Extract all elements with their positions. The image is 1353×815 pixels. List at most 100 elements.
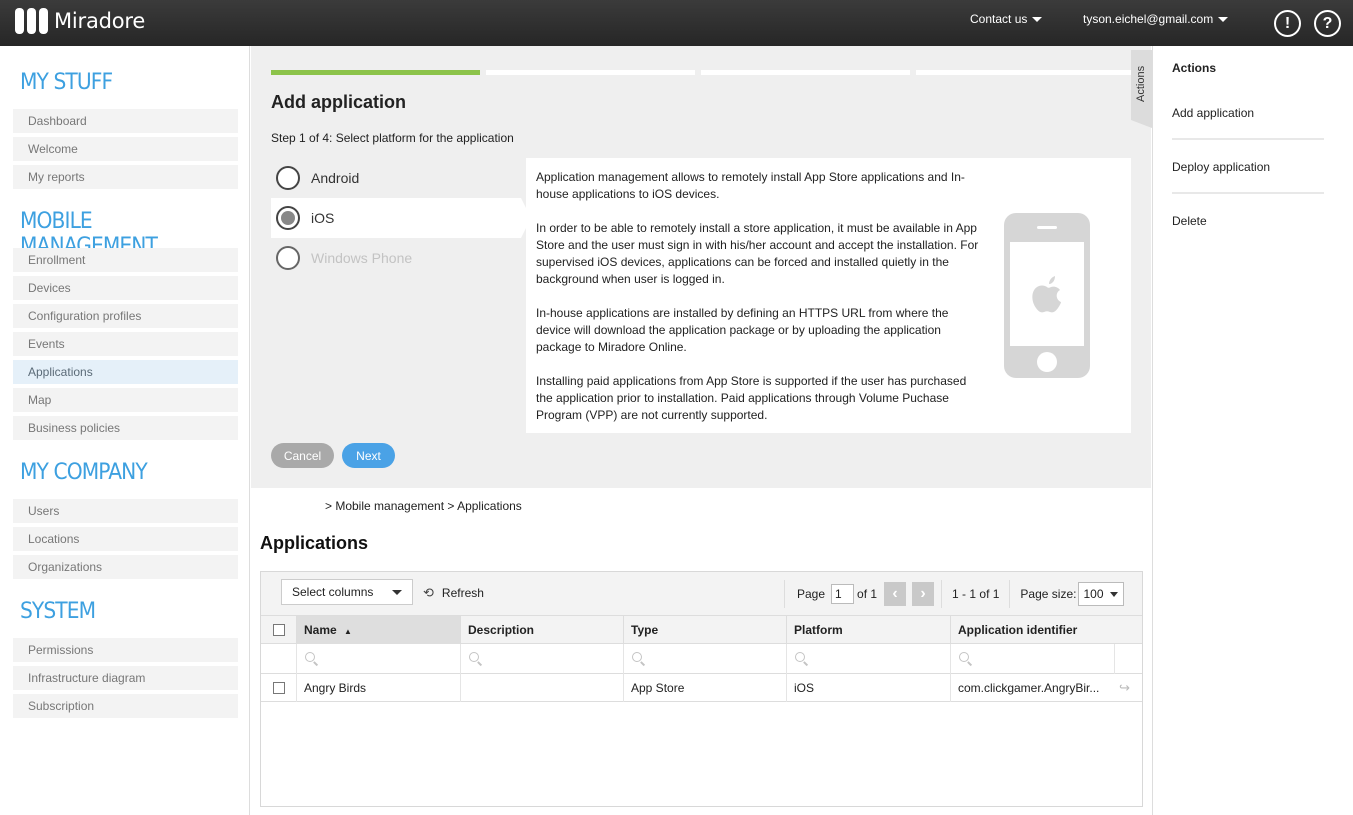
chevron-down-icon [392, 590, 402, 595]
next-button[interactable]: Next [342, 443, 395, 468]
page-size-value: 100 [1083, 587, 1104, 601]
sidebar-item-subscription[interactable]: Subscription [13, 694, 238, 718]
record-range: 1 - 1 of 1 [952, 587, 1000, 601]
sidebar-item-enrollment[interactable]: Enrollment [13, 248, 238, 272]
refresh-icon: ⟲ [423, 585, 434, 600]
actions-title: Actions [1172, 61, 1217, 75]
next-page-button[interactable]: › [912, 582, 935, 606]
chevron-down-icon [1032, 16, 1043, 22]
delete-action[interactable]: Delete [1172, 214, 1324, 246]
sidebar-item-devices[interactable]: Devices [13, 276, 238, 300]
sidebar-item-my-reports[interactable]: My reports [13, 165, 238, 189]
platform-option-ios[interactable]: iOS [271, 198, 531, 238]
alert-icon[interactable]: ! [1274, 10, 1301, 37]
page-number-input[interactable]: 1 [831, 584, 855, 604]
info-paragraph: Installing paid applications from App St… [536, 374, 967, 422]
wizard-title: Add application [271, 92, 406, 112]
sidebar-item-applications[interactable]: Applications [13, 360, 238, 384]
select-all-checkbox[interactable] [273, 624, 285, 636]
column-header-type[interactable]: Type [623, 616, 787, 644]
column-header-platform[interactable]: Platform [786, 616, 950, 644]
top-bar: Miradore Contact us tyson.eichel@gmail.c… [0, 0, 1353, 46]
platform-label: Android [311, 170, 360, 186]
miradore-logo[interactable]: Miradore [15, 8, 145, 34]
page-size-select[interactable]: 100 [1078, 582, 1125, 606]
actions-panel-tab[interactable]: Actions [1131, 50, 1152, 128]
sidebar-item-welcome[interactable]: Welcome [13, 137, 238, 161]
platform-option-windows-phone: Windows Phone [271, 238, 521, 278]
breadcrumb[interactable]: > Mobile management > Applications [325, 499, 522, 513]
search-icon [959, 652, 969, 662]
page-title: Applications [260, 533, 369, 553]
sidebar-item-infrastructure-diagram[interactable]: Infrastructure diagram [13, 666, 238, 690]
progress-step-1 [271, 70, 480, 75]
add-application-action[interactable]: Add application [1172, 106, 1324, 140]
search-icon [305, 652, 315, 662]
sidebar-item-configuration-profiles[interactable]: Configuration profiles [13, 304, 238, 328]
open-row-arrow-icon[interactable]: ↪ [1119, 680, 1130, 696]
cell-application-identifier: com.clickgamer.AngryBir... [950, 674, 1114, 702]
column-header-application-identifier[interactable]: Application identifier [950, 616, 1142, 644]
sidebar-item-locations[interactable]: Locations [13, 527, 238, 551]
chevron-down-icon [1218, 16, 1229, 22]
section-title-system: SYSTEM [20, 599, 96, 624]
section-title-my-stuff: MY STUFF [20, 70, 113, 95]
user-menu[interactable]: tyson.eichel@gmail.com [1083, 12, 1229, 26]
add-application-wizard: Add application Step 1 of 4: Select plat… [251, 46, 1151, 488]
wizard-step-label: Step 1 of 4: Select platform for the app… [271, 131, 514, 145]
progress-step-4 [916, 70, 1131, 75]
grid-header: Name ▲ Description Type Platform Applica… [261, 616, 1142, 644]
iphone-icon [1004, 213, 1090, 378]
deploy-application-action[interactable]: Deploy application [1172, 160, 1324, 194]
column-label: Name [304, 623, 337, 637]
brand-name: Miradore [54, 9, 146, 33]
sidebar-item-events[interactable]: Events [13, 332, 238, 356]
help-icon[interactable]: ? [1314, 10, 1341, 37]
column-header-description[interactable]: Description [460, 616, 624, 644]
sidebar-item-dashboard[interactable]: Dashboard [13, 109, 238, 133]
sidebar-item-business-policies[interactable]: Business policies [13, 416, 238, 440]
radio-button-disabled [276, 246, 300, 270]
platform-label: iOS [311, 210, 335, 226]
info-paragraph: In-house applications are installed by d… [536, 306, 949, 354]
cell-description [460, 674, 624, 702]
filter-type[interactable] [623, 644, 787, 674]
column-header-name[interactable]: Name ▲ [296, 616, 460, 644]
progress-step-2 [486, 70, 695, 75]
contact-us-menu[interactable]: Contact us [970, 12, 1043, 26]
radio-button[interactable] [276, 166, 300, 190]
search-icon [632, 652, 642, 662]
sidebar-item-organizations[interactable]: Organizations [13, 555, 238, 579]
contact-us-label: Contact us [970, 12, 1028, 26]
chevron-left-icon: ‹ [892, 585, 898, 602]
radio-button-selected[interactable] [276, 206, 300, 230]
section-title-my-company: MY COMPANY [20, 460, 148, 485]
page-of-label: of 1 [857, 587, 878, 601]
filter-description[interactable] [460, 644, 624, 674]
sidebar: MY STUFF Dashboard Welcome My reports MO… [0, 46, 250, 815]
platform-info-box: Application management allows to remotel… [526, 158, 1131, 433]
pager: Page 1 of 1 ‹ › 1 - 1 of 1 Page size: 10… [784, 579, 1125, 609]
filter-platform[interactable] [786, 644, 950, 674]
cell-platform: iOS [786, 674, 950, 702]
refresh-button[interactable]: ⟲ Refresh [423, 585, 484, 601]
table-row[interactable]: Angry Birds App Store iOS com.clickgamer… [261, 674, 1142, 702]
previous-page-button[interactable]: ‹ [884, 582, 907, 606]
page-label: Page [797, 587, 826, 601]
cancel-button[interactable]: Cancel [271, 443, 334, 468]
filter-application-identifier[interactable] [950, 644, 1114, 674]
progress-step-3 [701, 70, 910, 75]
row-checkbox[interactable] [273, 682, 285, 694]
filter-name[interactable] [296, 644, 460, 674]
sidebar-item-map[interactable]: Map [13, 388, 238, 412]
select-columns-dropdown[interactable]: Select columns [281, 579, 413, 605]
filter-spacer [1114, 644, 1142, 674]
platform-option-android[interactable]: Android [271, 158, 521, 198]
actions-panel: Actions Add application Deploy applicati… [1152, 46, 1353, 815]
sort-ascending-icon: ▲ [344, 627, 352, 636]
cell-name: Angry Birds [296, 674, 460, 702]
refresh-label: Refresh [441, 586, 484, 600]
sidebar-item-permissions[interactable]: Permissions [13, 638, 238, 662]
sidebar-item-users[interactable]: Users [13, 499, 238, 523]
grid-toolbar: Select columns ⟲ Refresh Page 1 of 1 ‹ ›… [261, 572, 1142, 616]
